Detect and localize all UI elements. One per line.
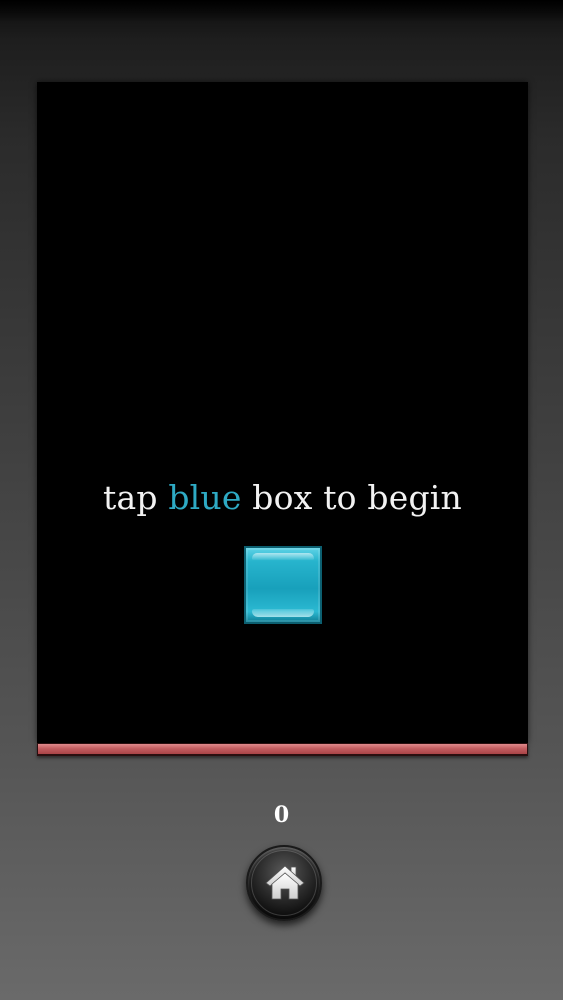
box-highlight-top <box>252 553 314 560</box>
home-button[interactable] <box>246 845 322 921</box>
box-highlight-bottom <box>252 609 314 617</box>
home-icon <box>265 865 305 900</box>
score-counter: 0 <box>273 802 290 828</box>
timer-bar-fill <box>38 744 527 754</box>
timer-bar <box>37 743 528 756</box>
prompt-text-after: box to begin <box>241 478 462 517</box>
blue-start-box[interactable] <box>244 546 322 624</box>
game-board: tap blue box to begin <box>37 82 528 743</box>
prompt-text-accent: blue <box>168 478 242 517</box>
status-bar <box>0 0 563 22</box>
start-prompt: tap blue box to begin <box>37 478 528 518</box>
prompt-text-before: tap <box>102 478 169 517</box>
